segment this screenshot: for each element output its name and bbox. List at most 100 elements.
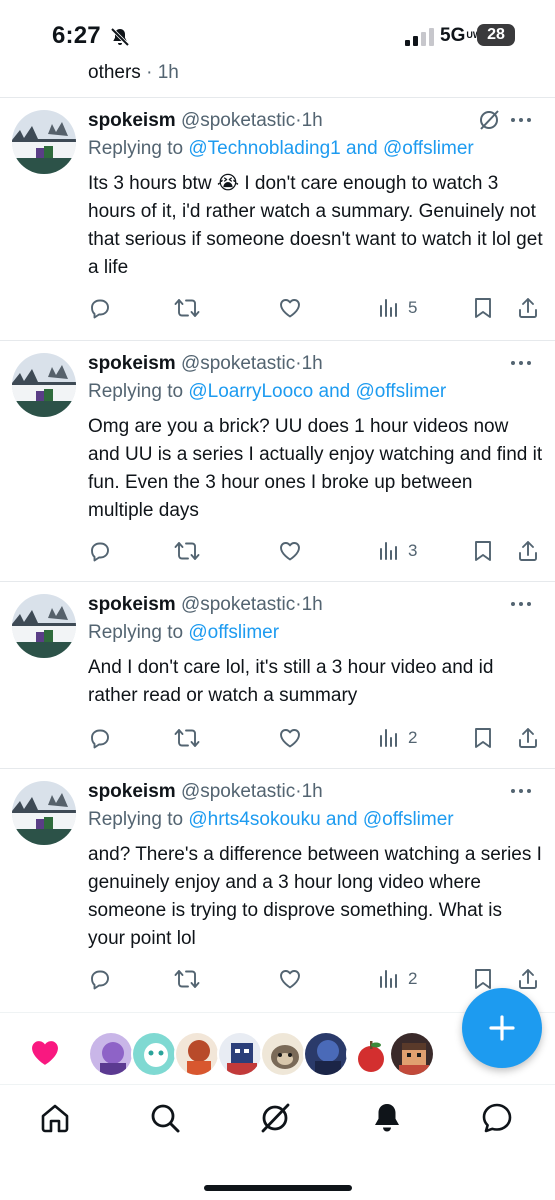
like-button[interactable]: [278, 724, 302, 752]
tweet-text: and? There's a difference between watchi…: [88, 844, 542, 949]
share-icon: [519, 969, 537, 989]
reply-button[interactable]: [88, 537, 112, 565]
display-name[interactable]: spokeism: [88, 781, 176, 802]
tweet[interactable]: spokeism @spoketastic·1h Replying to @of…: [0, 582, 555, 768]
timestamp[interactable]: 1h: [302, 594, 323, 615]
avatar[interactable]: [131, 1031, 177, 1077]
grok-icon[interactable]: [258, 1101, 292, 1135]
retweet-icon: [174, 729, 200, 747]
bell-slash-icon: [110, 27, 130, 47]
replying-to: Replying to @LoarryLooco and @offslimer: [88, 379, 543, 405]
retweet-icon: [174, 970, 200, 988]
timestamp[interactable]: 1h: [302, 781, 323, 802]
bottom-nav: [0, 1084, 555, 1200]
handle[interactable]: @spoketastic: [181, 781, 295, 802]
tweet-actions: 2: [88, 724, 540, 752]
handle[interactable]: @spoketastic: [181, 594, 295, 615]
views-icon: [380, 542, 397, 560]
timestamp[interactable]: 1h: [302, 110, 323, 131]
bookmark-icon: [475, 298, 491, 318]
tweet-header: spokeism @spoketastic·1h: [88, 108, 543, 134]
share-button[interactable]: [516, 965, 540, 993]
reply-button[interactable]: [88, 724, 112, 752]
tweet-body: spokeism @spoketastic·1h Replying to @hr…: [88, 779, 543, 953]
views-icon: [380, 299, 397, 317]
search-icon[interactable]: [148, 1101, 182, 1135]
compose-button[interactable]: [462, 988, 542, 1068]
avatar[interactable]: [260, 1031, 306, 1077]
replying-users[interactable]: @LoarryLooco and @offslimer: [188, 381, 446, 402]
avatar[interactable]: [174, 1031, 220, 1077]
bookmark-icon: [475, 541, 491, 561]
reply-button[interactable]: [88, 294, 112, 322]
bookmark-icon: [475, 969, 491, 989]
tweet[interactable]: spokeism @spoketastic·1h Replying to @Te…: [0, 98, 555, 340]
avatar[interactable]: [217, 1031, 263, 1077]
share-button[interactable]: [516, 724, 540, 752]
retweet-button[interactable]: [174, 537, 200, 565]
replying-to: Replying to @offslimer: [88, 620, 543, 646]
notifications-icon[interactable]: [370, 1101, 404, 1135]
avatar[interactable]: [346, 1031, 392, 1077]
messages-icon[interactable]: [480, 1101, 514, 1135]
views-button[interactable]: 3: [378, 537, 417, 565]
tweet[interactable]: spokeism @spoketastic·1h Replying to @hr…: [0, 769, 555, 1012]
views-button[interactable]: 2: [378, 724, 417, 752]
views-count: 3: [408, 541, 418, 560]
heart-icon[interactable]: [28, 1037, 62, 1067]
replying-prefix: Replying to: [88, 622, 184, 643]
tweet-actions: 5: [88, 294, 540, 322]
like-button[interactable]: [278, 294, 302, 322]
bookmark-button[interactable]: [472, 724, 494, 752]
tweet-text: Omg are you a brick? UU does 1 hour vide…: [88, 416, 543, 521]
avatar[interactable]: [12, 353, 76, 417]
reply-button[interactable]: [88, 965, 112, 993]
avatar[interactable]: [12, 110, 76, 174]
replying-users[interactable]: @offslimer: [188, 622, 279, 643]
bookmark-button[interactable]: [472, 294, 494, 322]
replying-prefix: Replying to: [88, 381, 184, 402]
retweet-button[interactable]: [174, 965, 200, 993]
retweet-button[interactable]: [174, 724, 200, 752]
share-icon: [519, 728, 537, 748]
views-icon: [380, 729, 397, 747]
avatar[interactable]: [12, 594, 76, 658]
tweet-actions: 3: [88, 537, 540, 565]
share-button[interactable]: [516, 537, 540, 565]
previous-tweet-tail[interactable]: others · 1h: [88, 62, 179, 84]
display-name[interactable]: spokeism: [88, 110, 176, 131]
like-button[interactable]: [278, 537, 302, 565]
avatar[interactable]: [389, 1031, 435, 1077]
share-button[interactable]: [516, 294, 540, 322]
views-button[interactable]: 2: [378, 965, 417, 993]
like-button[interactable]: [278, 965, 302, 993]
replying-to: Replying to @Technoblading1 and @offslim…: [88, 136, 543, 162]
tweet-header: spokeism @spoketastic·1h: [88, 592, 543, 618]
replying-users[interactable]: @hrts4sokouku and @offslimer: [188, 809, 453, 830]
avatar[interactable]: [12, 781, 76, 845]
status-time: 6:27: [52, 22, 101, 49]
replying-prefix: Replying to: [88, 138, 184, 159]
views-button[interactable]: 5: [378, 294, 417, 322]
heart-icon: [280, 299, 300, 318]
avatar[interactable]: [88, 1031, 134, 1077]
home-icon[interactable]: [38, 1101, 72, 1135]
tweet-header: spokeism @spoketastic·1h: [88, 351, 543, 377]
plus-icon: [489, 1015, 515, 1041]
replying-users[interactable]: @Technoblading1 and @offslimer: [188, 138, 473, 159]
tweet[interactable]: spokeism @spoketastic·1h Replying to @Lo…: [0, 341, 555, 581]
tweet-body: spokeism @spoketastic·1h Replying to @of…: [88, 592, 543, 710]
retweet-button[interactable]: [174, 294, 200, 322]
display-name[interactable]: spokeism: [88, 353, 176, 374]
handle[interactable]: @spoketastic: [181, 110, 295, 131]
replying-to: Replying to @hrts4sokouku and @offslimer: [88, 807, 543, 833]
avatar[interactable]: [303, 1031, 349, 1077]
tweet-actions: 2: [88, 965, 540, 993]
timestamp[interactable]: 1h: [302, 353, 323, 374]
tweet-body: spokeism @spoketastic·1h Replying to @Lo…: [88, 351, 543, 525]
display-name[interactable]: spokeism: [88, 594, 176, 615]
handle[interactable]: @spoketastic: [181, 353, 295, 374]
tweet-text: And I don't care lol, it's still a 3 hou…: [88, 657, 494, 706]
bookmark-button[interactable]: [472, 537, 494, 565]
replying-prefix: Replying to: [88, 809, 184, 830]
